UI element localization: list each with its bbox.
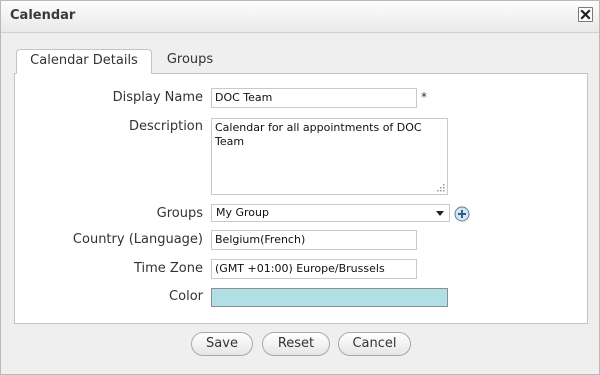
required-marker: * bbox=[421, 90, 427, 104]
tab-calendar-details[interactable]: Calendar Details bbox=[16, 49, 152, 74]
groups-label: Groups bbox=[156, 206, 203, 221]
close-icon bbox=[580, 9, 591, 20]
calendar-details-panel bbox=[14, 73, 588, 324]
display-name-label: Display Name bbox=[112, 90, 203, 105]
time-zone-label: Time Zone bbox=[133, 261, 203, 276]
close-button[interactable] bbox=[578, 7, 593, 22]
resize-grip-icon[interactable] bbox=[436, 183, 445, 192]
time-zone-input[interactable]: (GMT +01:00) Europe/Brussels bbox=[211, 259, 417, 279]
save-button[interactable]: Save bbox=[191, 332, 253, 356]
reset-button[interactable]: Reset bbox=[262, 332, 330, 356]
dialog-title: Calendar bbox=[10, 8, 76, 23]
groups-selected-value: My Group bbox=[216, 206, 269, 219]
color-label: Color bbox=[169, 289, 203, 304]
description-text: Calendar for all appointments of DOC Tea… bbox=[215, 121, 422, 148]
country-input[interactable]: Belgium(French) bbox=[211, 230, 417, 250]
add-group-button[interactable] bbox=[454, 206, 470, 222]
country-label: Country (Language) bbox=[72, 232, 203, 247]
cancel-button[interactable]: Cancel bbox=[338, 332, 411, 356]
groups-select[interactable]: My Group bbox=[211, 204, 450, 222]
description-label: Description bbox=[128, 119, 203, 134]
display-name-input[interactable]: DOC Team bbox=[211, 88, 417, 108]
chevron-down-icon bbox=[436, 211, 444, 216]
tab-groups[interactable]: Groups bbox=[154, 49, 226, 73]
plus-circle-icon bbox=[454, 206, 470, 222]
color-picker[interactable] bbox=[211, 288, 448, 307]
description-textarea[interactable]: Calendar for all appointments of DOC Tea… bbox=[211, 118, 448, 195]
dialog-titlebar: Calendar bbox=[1, 1, 599, 33]
calendar-dialog: Calendar Calendar Details Groups Display… bbox=[0, 0, 600, 375]
